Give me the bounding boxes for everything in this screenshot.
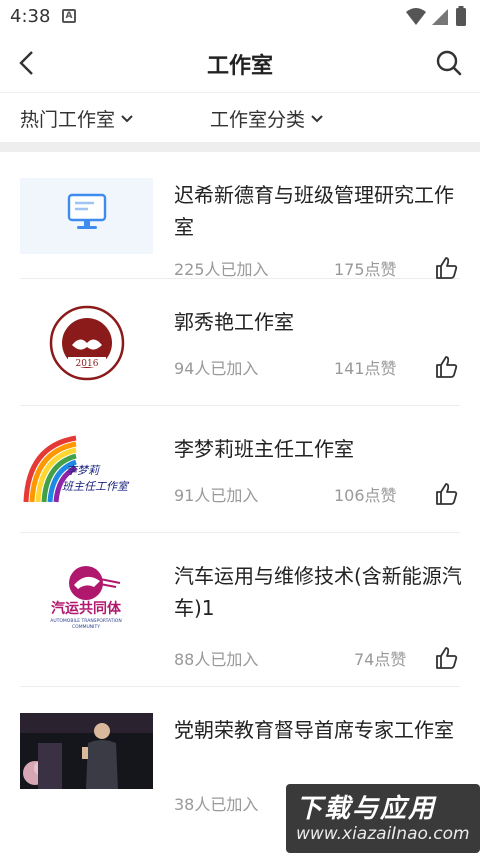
logo-subtitle: 班主任工作室 [62,480,130,493]
logo-en-line1: AUTOMOBILE TRANSPORTATION [50,618,121,624]
studio-item[interactable]: 迟希新德育与班级管理研究工作室 225人已加入 175点赞 [20,152,460,279]
filter-category[interactable]: 工作室分类 [210,105,323,132]
watermark: 下载与应用 www.xiazaiInao.com [286,784,480,853]
like-count: 175点赞 [334,260,397,279]
page-title: 工作室 [206,54,273,79]
thumbs-up-icon[interactable] [434,645,460,671]
studio-title: 汽车运用与维修技术(含新能源汽车)1 [174,564,462,620]
logo-en-line2: COMMUNITY [72,624,100,630]
studio-item[interactable]: 李梦莉 班主任工作室 李梦莉班主任工作室 91人已加入 106点赞 [20,406,460,533]
like-count: 141点赞 [334,359,397,378]
status-bar: 4:38 A [0,0,480,34]
app-bar: 工作室 [0,34,480,92]
search-icon[interactable] [432,46,466,80]
status-icons [406,6,466,26]
seal-logo: 2016 [49,305,125,381]
filter-category-label: 工作室分类 [210,109,306,131]
studio-title: 李梦莉班主任工作室 [174,437,354,461]
rainbow-logo: 李梦莉 班主任工作室 [20,432,153,508]
studio-title: 迟希新德育与班级管理研究工作室 [174,183,454,239]
logo-name: 李梦莉 [66,464,101,477]
studio-title: 郭秀艳工作室 [174,310,294,334]
battery-icon [456,8,466,26]
studio-title: 党朝荣教育督导首席专家工作室 [174,718,454,742]
member-count: 88人已加入 [174,650,259,669]
watermark-main: 下载与应用 [296,794,437,824]
studio-item[interactable]: 汽运共同体 AUTOMOBILE TRANSPORTATION COMMUNIT… [20,533,462,687]
chevron-down-icon [311,114,323,122]
notification-icon: A [62,9,76,23]
computer-icon [20,178,153,254]
thumbs-up-icon[interactable] [434,255,460,281]
studio-list: 迟希新德育与班级管理研究工作室 225人已加入 175点赞 2016 郭秀艳工作… [0,152,480,847]
member-count: 38人已加入 [174,795,259,814]
studio-item[interactable]: 2016 郭秀艳工作室 94人已加入 141点赞 [20,279,460,406]
filter-hot-label: 热门工作室 [20,109,116,131]
thumbs-up-icon[interactable] [434,481,460,507]
seal-year: 2016 [76,359,99,369]
like-count: 74点赞 [354,650,407,669]
wifi-icon [406,8,426,25]
logo-cn-name: 汽运共同体 [51,600,122,617]
watermark-url: www.xiazaiInao.com [296,824,470,844]
member-count: 225人已加入 [174,260,269,279]
member-count: 91人已加入 [174,486,259,505]
filter-hot-studios[interactable]: 热门工作室 [20,105,133,132]
signal-icon [432,9,448,25]
speaker-photo [20,713,153,789]
section-divider [0,142,480,152]
thumbs-up-icon[interactable] [434,354,460,380]
status-time: 4:38 [10,6,51,27]
like-count: 106点赞 [334,486,397,505]
chevron-down-icon [121,114,133,122]
member-count: 94人已加入 [174,359,259,378]
auto-community-logo: 汽运共同体 AUTOMOBILE TRANSPORTATION COMMUNIT… [20,559,153,635]
filter-bar: 热门工作室 工作室分类 [0,92,480,142]
